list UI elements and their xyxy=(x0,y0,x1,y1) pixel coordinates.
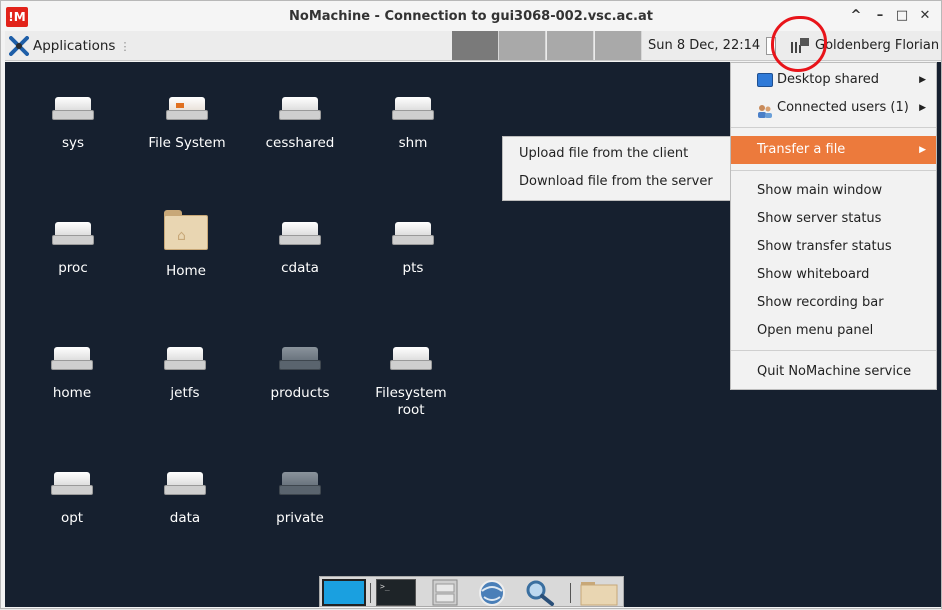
nomachine-window: !M NoMachine - Connection to gui3068-002… xyxy=(0,0,942,609)
desktop-icon-sys[interactable]: sys xyxy=(17,97,129,152)
drive-icon xyxy=(279,347,321,371)
nomachine-tray-menu: Desktop shared ▶ Connected users (1) ▶ T… xyxy=(730,62,937,390)
close-button[interactable]: ✕ xyxy=(918,9,932,23)
icon-label: Home xyxy=(166,263,206,279)
drive-icon xyxy=(279,472,321,496)
open-menu-panel-menu-item[interactable]: Open menu panel xyxy=(731,317,936,345)
menu-item-label: Desktop shared xyxy=(777,72,880,87)
desktop-icon-home-folder[interactable]: ⌂ Home xyxy=(130,210,242,280)
icon-label: home xyxy=(52,385,92,401)
file-cabinet-icon[interactable] xyxy=(426,579,464,606)
terminal-icon[interactable]: >_ xyxy=(376,579,416,606)
icon-label: opt xyxy=(60,510,84,526)
user-menu[interactable]: Goldenberg Florian xyxy=(815,38,939,53)
search-icon[interactable] xyxy=(518,579,560,606)
panel-handle-icon: ⋮ xyxy=(119,39,131,53)
workspace-4[interactable] xyxy=(595,31,642,60)
drive-icon xyxy=(279,222,321,246)
show-recording-bar-menu-item[interactable]: Show recording bar xyxy=(731,289,936,317)
drive-icon xyxy=(279,97,321,121)
menu-separator xyxy=(731,127,936,128)
desktop-icon-products[interactable]: products xyxy=(244,347,356,402)
collapse-icon[interactable]: ^ xyxy=(849,9,863,23)
menu-separator xyxy=(731,350,936,351)
desktop-icon-opt[interactable]: opt xyxy=(16,472,128,527)
desktop-icon-filesystem-root[interactable]: Filesystem root xyxy=(355,347,467,419)
desktop-icon-pts[interactable]: pts xyxy=(357,222,469,277)
menu-separator xyxy=(731,170,936,171)
desktop-shared-menu-item[interactable]: Desktop shared ▶ xyxy=(731,66,936,94)
desktop-icon-cdata[interactable]: cdata xyxy=(244,222,356,277)
desktop-icon-data[interactable]: data xyxy=(129,472,241,527)
menu-item-label: Transfer a file xyxy=(757,142,846,157)
drive-icon xyxy=(51,472,93,496)
icon-label: pts xyxy=(402,260,424,276)
icon-label: proc xyxy=(58,260,88,276)
dock-separator xyxy=(570,583,571,603)
download-file-menu-item[interactable]: Download file from the server xyxy=(503,168,730,196)
drive-icon xyxy=(166,97,208,121)
upload-file-menu-item[interactable]: Upload file from the client xyxy=(503,140,730,168)
workspace-1[interactable] xyxy=(452,31,499,60)
desktop-icon-cesshared[interactable]: cesshared xyxy=(244,97,356,152)
drive-icon xyxy=(392,222,434,246)
submenu-arrow-icon: ▶ xyxy=(919,75,926,85)
drive-icon xyxy=(164,347,206,371)
desktop-icon-file-system[interactable]: File System xyxy=(131,97,243,152)
web-browser-icon[interactable] xyxy=(472,579,512,606)
drive-icon xyxy=(164,472,206,496)
drive-icon xyxy=(390,347,432,371)
icon-label: Filesystem root xyxy=(375,385,447,418)
desktop-icon-shm[interactable]: shm xyxy=(357,97,469,152)
drive-icon xyxy=(52,97,94,121)
transfer-a-file-menu-item[interactable]: Transfer a file ▶ xyxy=(731,136,936,164)
icon-label: jetfs xyxy=(170,385,200,401)
workspace-2[interactable] xyxy=(499,31,546,60)
submenu-arrow-icon: ▶ xyxy=(919,145,926,155)
icon-label: data xyxy=(169,510,201,526)
folder-icon[interactable] xyxy=(578,579,620,606)
monitor-icon xyxy=(757,73,773,87)
connected-users-menu-item[interactable]: Connected users (1) ▶ xyxy=(731,94,936,122)
drive-icon xyxy=(52,222,94,246)
show-main-window-menu-item[interactable]: Show main window xyxy=(731,177,936,205)
applications-label: Applications xyxy=(33,38,116,54)
icon-label: private xyxy=(276,510,324,526)
icon-label: cesshared xyxy=(265,135,335,151)
bottom-dock: >_ xyxy=(319,576,624,607)
desktop-icon-proc[interactable]: proc xyxy=(17,222,129,277)
icon-label: products xyxy=(270,385,330,401)
panel-clock[interactable]: Sun 8 Dec, 22:14 xyxy=(648,38,760,53)
show-desktop-icon[interactable] xyxy=(322,579,366,606)
maximize-button[interactable]: □ xyxy=(895,9,909,23)
drive-icon xyxy=(51,347,93,371)
desktop-icon-home[interactable]: home xyxy=(16,347,128,402)
quit-nomachine-service-menu-item[interactable]: Quit NoMachine service xyxy=(731,358,936,386)
show-transfer-status-menu-item[interactable]: Show transfer status xyxy=(731,233,936,261)
workspace-3[interactable] xyxy=(547,31,594,60)
show-server-status-menu-item[interactable]: Show server status xyxy=(731,205,936,233)
icon-label: cdata xyxy=(281,260,319,276)
transfer-submenu: Upload file from the client Download fil… xyxy=(502,136,731,201)
menu-item-label: Connected users (1) xyxy=(777,100,909,115)
icon-label: File System xyxy=(148,135,226,151)
dock-separator xyxy=(370,583,371,603)
home-folder-icon: ⌂ xyxy=(164,210,208,250)
users-icon xyxy=(757,101,773,118)
icon-label: shm xyxy=(398,135,428,151)
desktop-icon-jetfs[interactable]: jetfs xyxy=(129,347,241,402)
show-whiteboard-menu-item[interactable]: Show whiteboard xyxy=(731,261,936,289)
submenu-arrow-icon: ▶ xyxy=(919,103,926,113)
applications-menu-button[interactable]: Applications ⋮ xyxy=(9,36,130,56)
desktop-icon-private[interactable]: private xyxy=(244,472,356,527)
minimize-button[interactable]: – xyxy=(873,9,887,23)
drive-icon xyxy=(392,97,434,121)
xfce-logo-icon xyxy=(9,36,29,56)
icon-label: sys xyxy=(61,135,85,151)
